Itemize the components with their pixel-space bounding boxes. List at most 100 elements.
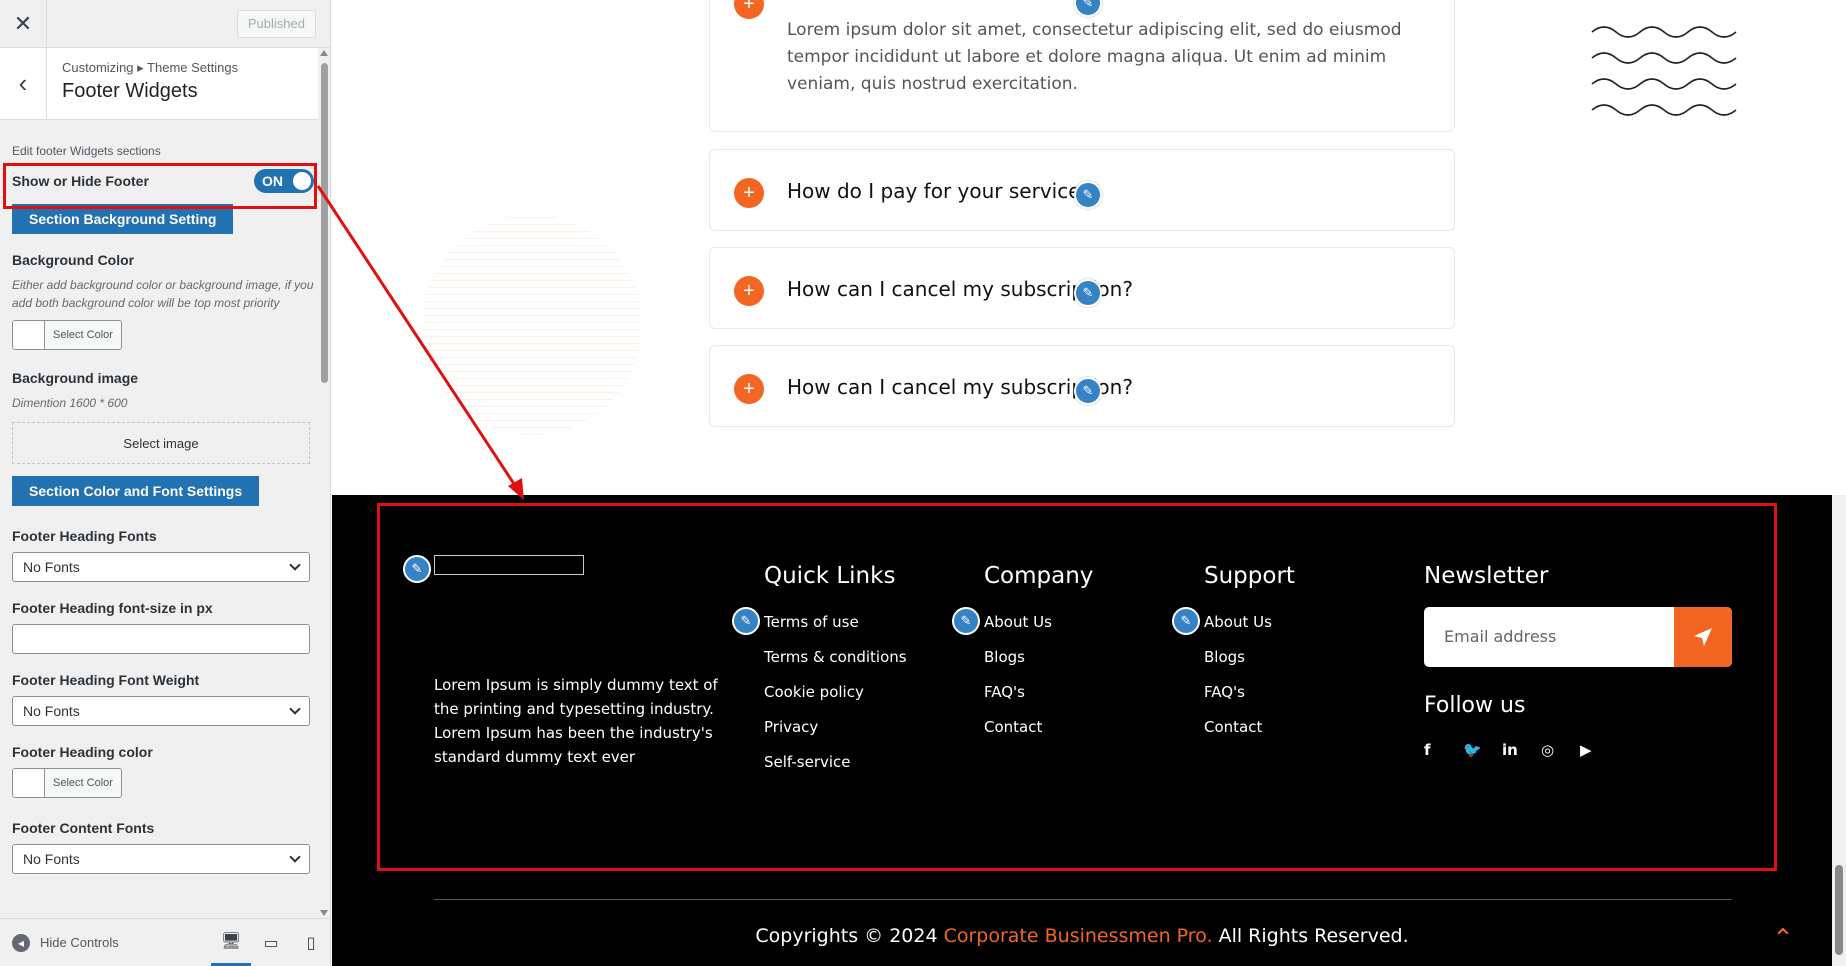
twitter-icon[interactable]: 🐦 — [1463, 741, 1502, 759]
chevron-down-icon — [289, 559, 301, 571]
faq-item[interactable]: + How do I pay for your service? ✎ — [709, 149, 1455, 231]
faq-item[interactable]: + How can I cancel my subscription? ✎ — [709, 247, 1455, 329]
edit-pencil-icon[interactable]: ✎ — [732, 607, 760, 635]
faq-item-open[interactable]: + How does the PPC day that work? Lorem … — [709, 0, 1455, 132]
footer-link[interactable]: About Us — [984, 613, 1052, 648]
select-image-button[interactable]: Select image — [12, 422, 310, 464]
device-switcher: 🖥 ▭ ▯ — [211, 920, 330, 966]
published-button[interactable]: Published — [236, 9, 316, 38]
send-button[interactable] — [1674, 607, 1732, 667]
quick-links-title: Quick Links — [764, 563, 896, 589]
customizer-topbar: ✕ Published — [0, 0, 330, 48]
back-icon[interactable]: ‹ — [0, 48, 47, 119]
edit-pencil-icon[interactable]: ✎ — [1074, 377, 1102, 405]
copyright-suffix: All Rights Reserved. — [1212, 925, 1409, 947]
support-links-list: About Us Blogs FAQ's Contact — [1204, 613, 1272, 753]
heading-weight-select[interactable]: No Fonts — [12, 696, 310, 726]
heading-color-label: Footer Heading color — [12, 744, 153, 760]
select-color-label: Select Color — [53, 329, 113, 341]
footer-link[interactable]: FAQ's — [984, 683, 1052, 718]
heading-weight-label: Footer Heading Font Weight — [12, 672, 200, 688]
content-fonts-label: Footer Content Fonts — [12, 820, 155, 836]
youtube-icon[interactable]: ▶ — [1580, 741, 1619, 759]
preview-scrollbar[interactable] — [1832, 495, 1846, 966]
faq-answer: Lorem ipsum dolor sit amet, consectetur … — [787, 20, 1402, 94]
footer-link[interactable]: Blogs — [984, 648, 1052, 683]
edit-pencil-icon[interactable]: ✎ — [1074, 181, 1102, 209]
bg-color-description: Either add background color or backgroun… — [12, 278, 314, 310]
heading-weight-value: No Fonts — [23, 703, 80, 719]
heading-fonts-value: No Fonts — [23, 559, 80, 575]
hide-controls-button[interactable]: Hide Controls — [40, 935, 119, 950]
footer-link[interactable]: Terms of use — [764, 613, 907, 648]
tablet-icon[interactable]: ▭ — [251, 920, 291, 966]
edit-pencil-icon[interactable]: ✎ — [1074, 279, 1102, 307]
follow-us-title: Follow us — [1424, 693, 1526, 718]
sidebar-controls: Edit footer Widgets sections Show or Hid… — [0, 144, 330, 874]
instagram-icon[interactable]: ◎ — [1541, 741, 1580, 759]
content-fonts-select[interactable]: No Fonts — [12, 844, 310, 874]
footer-link[interactable]: FAQ's — [1204, 683, 1272, 718]
decorative-waves-icon — [1591, 26, 1737, 116]
customizer-footer: ◂ Hide Controls 🖥 ▭ ▯ — [0, 918, 330, 966]
company-title: Company — [984, 563, 1094, 589]
footer-link[interactable]: Cookie policy — [764, 683, 907, 718]
copyright-brand-link[interactable]: Corporate Businessmen Pro. — [944, 925, 1213, 947]
heading-size-input[interactable] — [12, 624, 310, 654]
edit-pencil-icon[interactable]: ✎ — [1074, 0, 1102, 17]
scroll-to-top-icon[interactable]: ⌃ — [1772, 923, 1794, 954]
scrollbar-thumb[interactable] — [1835, 865, 1843, 955]
social-icons: f 🐦 in ◎ ▶ — [1424, 741, 1619, 759]
bg-color-picker[interactable]: Select Color — [12, 320, 122, 350]
heading-size-label: Footer Heading font-size in px — [12, 600, 213, 616]
hide-controls-icon[interactable]: ◂ — [12, 933, 30, 952]
section-color-font-button[interactable]: Section Color and Font Settings — [12, 476, 260, 506]
section-description: Edit footer Widgets sections — [12, 144, 161, 158]
close-icon[interactable]: ✕ — [0, 0, 47, 47]
copyright-prefix: Copyrights © 2024 — [755, 925, 944, 947]
select-color-label: Select Color — [53, 777, 113, 789]
footer-link[interactable]: Terms & conditions — [764, 648, 907, 683]
email-input[interactable]: Email address — [1444, 627, 1556, 646]
faq-section: + How does the PPC day that work? Lorem … — [332, 0, 1846, 495]
send-icon — [1694, 628, 1712, 646]
footer-logo[interactable] — [434, 555, 584, 575]
site-footer: ✎ Lorem Ipsum is simply dummy text of th… — [332, 495, 1832, 966]
color-swatch — [13, 769, 45, 797]
scroll-down-icon[interactable] — [320, 910, 328, 916]
bg-image-label: Background image — [12, 370, 139, 386]
faq-toggle-icon[interactable]: + — [734, 0, 764, 19]
page-title: Footer Widgets — [62, 80, 198, 102]
edit-pencil-icon[interactable]: ✎ — [952, 607, 980, 635]
facebook-icon[interactable]: f — [1424, 741, 1463, 759]
copyright-text: Copyrights © 2024 Corporate Businessmen … — [332, 925, 1832, 947]
scroll-up-icon[interactable] — [320, 50, 328, 56]
chevron-down-icon — [289, 851, 301, 863]
mobile-icon[interactable]: ▯ — [291, 920, 330, 966]
faq-toggle-icon[interactable]: + — [734, 374, 764, 404]
content-fonts-value: No Fonts — [23, 851, 80, 867]
breadcrumb: Customizing ▸ Theme Settings — [62, 60, 239, 75]
heading-fonts-select[interactable]: No Fonts — [12, 552, 310, 582]
newsletter-title: Newsletter — [1424, 563, 1549, 589]
footer-link[interactable]: Blogs — [1204, 648, 1272, 683]
edit-pencil-icon[interactable]: ✎ — [1172, 607, 1200, 635]
footer-link[interactable]: About Us — [1204, 613, 1272, 648]
section-header: ‹ Customizing ▸ Theme Settings Footer Wi… — [0, 48, 330, 120]
bg-image-description: Dimention 1600 * 600 — [12, 396, 128, 410]
color-swatch — [13, 321, 45, 349]
linkedin-icon[interactable]: in — [1502, 741, 1541, 759]
footer-link[interactable]: Privacy — [764, 718, 907, 753]
edit-pencil-icon[interactable]: ✎ — [403, 555, 431, 583]
heading-color-picker[interactable]: Select Color — [12, 768, 122, 798]
support-title: Support — [1204, 563, 1295, 589]
desktop-icon[interactable]: 🖥 — [211, 920, 251, 966]
footer-link[interactable]: Contact — [984, 718, 1052, 753]
footer-link[interactable]: Contact — [1204, 718, 1272, 753]
faq-toggle-icon[interactable]: + — [734, 276, 764, 306]
footer-link[interactable]: Self-service — [764, 753, 907, 788]
faq-item[interactable]: + How can I cancel my subscription? ✎ — [709, 345, 1455, 427]
faq-toggle-icon[interactable]: + — [734, 178, 764, 208]
quick-links-list: Terms of use Terms & conditions Cookie p… — [764, 613, 907, 788]
footer-divider — [434, 899, 1732, 900]
